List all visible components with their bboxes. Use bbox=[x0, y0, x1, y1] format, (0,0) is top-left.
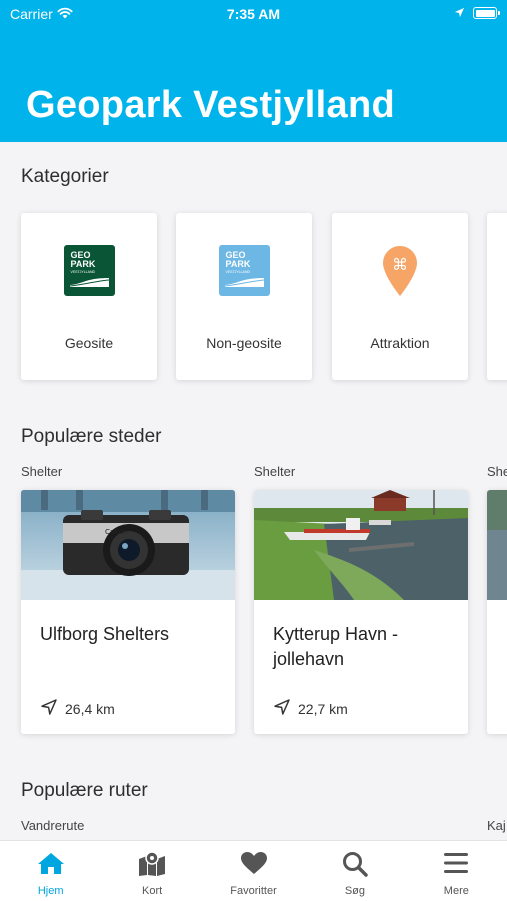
home-icon bbox=[37, 851, 65, 880]
tab-mere[interactable]: Mere bbox=[406, 841, 507, 901]
route-type-label: Kaj bbox=[487, 818, 506, 833]
navigation-arrow-icon bbox=[273, 698, 291, 719]
page-title: Geopark Vestjylland bbox=[26, 84, 395, 126]
tab-bar: Hjem Kort Favoritter Søg Mere bbox=[0, 840, 507, 901]
tab-favoritter[interactable]: Favoritter bbox=[203, 841, 304, 901]
geopark-logo-dark-green-icon: GEO PARK VESTJYLLAND bbox=[63, 245, 115, 296]
heart-icon bbox=[240, 851, 268, 880]
status-bar: Carrier 7:35 AM bbox=[0, 0, 507, 28]
map-icon bbox=[138, 851, 166, 882]
geopark-logo-light-blue-icon: GEO PARK VESTJYLLAND bbox=[218, 245, 270, 296]
category-label: Non-geosite bbox=[206, 335, 282, 351]
navigation-arrow-icon bbox=[40, 698, 58, 719]
tab-kort[interactable]: Kort bbox=[101, 841, 202, 901]
tab-label: Søg bbox=[344, 885, 366, 897]
category-card-non-geosite[interactable]: GEO PARK VESTJYLLAND Non-geosite bbox=[176, 213, 312, 380]
tab-label: Hjem bbox=[37, 885, 64, 897]
tab-soeg[interactable]: Søg bbox=[304, 841, 405, 901]
place-distance-value: 26,4 km bbox=[65, 700, 115, 717]
category-card-attraktion[interactable]: ⌘ Attraktion bbox=[332, 213, 468, 380]
svg-text:Canon: Canon bbox=[105, 528, 127, 536]
category-label: Attraktion bbox=[370, 335, 430, 351]
status-indicators bbox=[454, 5, 500, 21]
category-label: Geosite bbox=[64, 335, 114, 351]
status-time: 7:35 AM bbox=[226, 6, 281, 22]
svg-text:⌘: ⌘ bbox=[392, 255, 408, 274]
category-card-partial[interactable] bbox=[487, 213, 507, 380]
place-type-label: Shelter bbox=[21, 464, 63, 479]
search-icon bbox=[342, 851, 368, 882]
app-header: Carrier 7:35 AM Geopark Vestjylland bbox=[0, 0, 507, 142]
battery-icon bbox=[473, 7, 500, 19]
place-type-label: Shelter bbox=[254, 464, 296, 479]
place-card-ulfborg-shelters[interactable]: Canon Ulfborg Shelters 26,4 km bbox=[21, 490, 235, 734]
place-card-partial[interactable] bbox=[487, 490, 507, 734]
place-name: Ulfborg Shelters bbox=[40, 624, 170, 644]
tab-label: Mere bbox=[443, 885, 469, 897]
place-distance: 22,7 km bbox=[273, 698, 348, 719]
place-photo-camera: Canon bbox=[21, 490, 235, 600]
popular-routes-heading: Populære ruter bbox=[21, 780, 148, 801]
tab-label: Favoritter bbox=[230, 885, 277, 897]
tab-label: Kort bbox=[142, 885, 163, 897]
place-card-kytterup-havn[interactable]: Kytterup Havn - jollehavn 22,7 km bbox=[254, 490, 468, 734]
attraction-map-pin-icon: ⌘ bbox=[382, 245, 418, 302]
tab-hjem[interactable]: Hjem bbox=[0, 841, 101, 901]
place-distance: 26,4 km bbox=[40, 698, 115, 719]
category-card-geosite[interactable]: GEO PARK VESTJYLLAND Geosite bbox=[21, 213, 157, 380]
popular-places-heading: Populære steder bbox=[21, 426, 162, 447]
menu-icon bbox=[443, 851, 469, 880]
place-photo-harbor bbox=[254, 490, 468, 600]
place-distance-value: 22,7 km bbox=[298, 700, 348, 717]
route-type-label: Vandrerute bbox=[21, 818, 85, 833]
categories-heading: Kategorier bbox=[21, 166, 109, 187]
place-name: Kytterup Havn - jollehavn bbox=[273, 624, 399, 669]
location-arrow-icon bbox=[454, 5, 465, 21]
place-type-label: She bbox=[487, 464, 507, 479]
